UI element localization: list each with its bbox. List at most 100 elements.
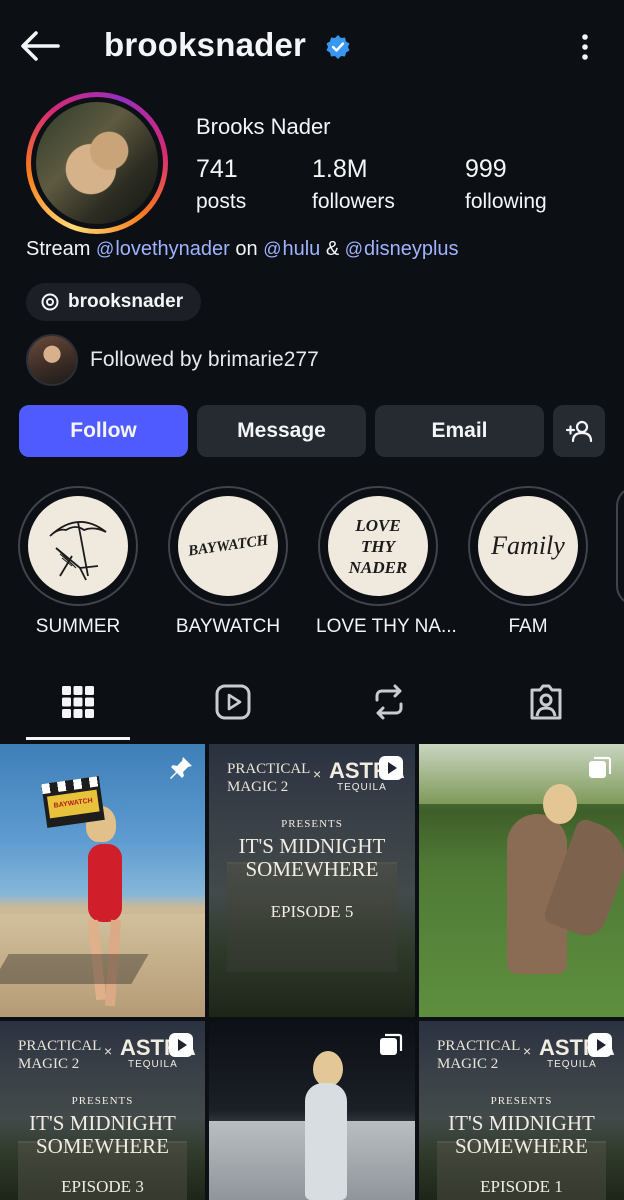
reel-icon xyxy=(379,756,403,780)
story-ring[interactable] xyxy=(26,92,168,234)
person-add-icon xyxy=(565,420,593,443)
highlight-partial[interactable] xyxy=(616,486,624,606)
threads-at-icon: @ xyxy=(96,239,115,259)
promo-title-line1: IT'S MIDNIGHT xyxy=(448,1111,595,1135)
email-button[interactable]: Email xyxy=(375,405,544,457)
profile-handle: brooksnader xyxy=(104,26,307,63)
threads-icon xyxy=(41,293,59,311)
highlight-baywatch[interactable]: BAYWATCH BAYWATCH xyxy=(166,486,290,638)
post-grid: BAYWATCH PRACTICAL MAGIC 2 × ASTRA TEQUI… xyxy=(0,744,624,1200)
shadow xyxy=(0,954,149,984)
reel-icon xyxy=(588,1033,612,1057)
pin-icon xyxy=(170,757,192,779)
clapperboard: BAYWATCH xyxy=(41,776,105,828)
highlight-ring: LOVE THY NADER xyxy=(318,486,438,606)
mention-lovethynader[interactable]: @lovethynader xyxy=(96,238,230,260)
promo-title-line1: IT'S MIDNIGHT xyxy=(29,1111,176,1135)
carousel-icon xyxy=(380,1033,403,1055)
white-dress xyxy=(305,1083,347,1200)
post-tile[interactable] xyxy=(209,1021,415,1200)
promo-brand-left: PRACTICAL MAGIC 2 xyxy=(437,1038,520,1072)
red-swimsuit xyxy=(88,844,122,922)
highlight-label: FAM xyxy=(508,616,548,637)
highlight-cover xyxy=(28,496,128,596)
following-count: 999 xyxy=(465,155,507,183)
stat-posts[interactable]: 741 posts xyxy=(196,155,246,214)
promo-brand-sub: TEQUILA xyxy=(547,1059,597,1070)
bio: Stream @lovethynader on @hulu & @disneyp… xyxy=(26,238,459,261)
highlight-ring: Family xyxy=(468,486,588,606)
grid-icon[interactable] xyxy=(58,682,98,722)
post-tile[interactable] xyxy=(419,744,624,1017)
promo-title-line2: SOMEWHERE xyxy=(455,1134,588,1158)
promo-x: × xyxy=(313,766,322,782)
repost-icon[interactable] xyxy=(369,682,409,722)
threads-link-chip[interactable]: brooksnader xyxy=(26,283,202,321)
posts-label: posts xyxy=(196,190,247,213)
promo-brand-sub: TEQUILA xyxy=(337,782,387,793)
highlight-summer[interactable]: SUMMER xyxy=(16,486,140,638)
promo-brand-left: PRACTICAL MAGIC 2 xyxy=(18,1038,101,1072)
beach-chair-umbrella-icon xyxy=(49,521,107,581)
highlight-cover: LOVE THY NADER xyxy=(328,496,428,596)
top-bar: brooksnader xyxy=(0,0,624,92)
profile-tabs xyxy=(0,668,624,742)
followed-by[interactable]: Followed by brimarie277 xyxy=(26,334,319,386)
threads-at-icon: @ xyxy=(263,239,282,259)
promo-title-line1: IT'S MIDNIGHT xyxy=(238,834,386,858)
highlight-label: LOVE THY NA... xyxy=(316,616,457,637)
mutual-follower-avatar xyxy=(26,334,78,386)
bio-text: on xyxy=(229,238,264,260)
post-tile[interactable]: BAYWATCH xyxy=(0,744,205,1017)
promo-episode: EPISODE 3 xyxy=(61,1177,144,1196)
promo-x: × xyxy=(104,1043,113,1059)
posts-count: 741 xyxy=(196,155,238,183)
post-tile[interactable]: PRACTICAL MAGIC 2 × ASTRA TEQUILA PRESEN… xyxy=(0,1021,205,1200)
highlight-cover: BAYWATCH xyxy=(178,496,278,596)
followed-by-text: Followed by brimarie277 xyxy=(90,348,319,371)
mention-disneyplus[interactable]: @disneyplus xyxy=(345,238,459,260)
promo-x: × xyxy=(523,1043,532,1059)
highlight-love-thy-nader[interactable]: LOVE THY NADER LOVE THY NA... xyxy=(316,486,457,638)
highlight-cover-text: BAYWATCH xyxy=(186,531,269,560)
carousel-icon xyxy=(589,756,612,778)
highlight-fam[interactable]: Family FAM xyxy=(466,486,590,638)
post-tile[interactable]: PRACTICAL MAGIC 2 × ASTRA TEQUILA PRESEN… xyxy=(419,1021,624,1200)
suggest-people-button[interactable] xyxy=(553,405,605,457)
profile-avatar xyxy=(36,102,158,224)
mention-text: disneyplus xyxy=(364,238,459,260)
message-button[interactable]: Message xyxy=(197,405,366,457)
promo-title-line2: SOMEWHERE xyxy=(36,1134,169,1158)
clapper-text: BAYWATCH xyxy=(46,789,100,819)
highlight-cover: Family xyxy=(478,496,578,596)
promo-presents: PRESENTS xyxy=(490,1095,553,1107)
stat-followers[interactable]: 1.8M followers xyxy=(312,155,395,214)
tagged-icon[interactable] xyxy=(526,682,566,722)
reels-icon[interactable] xyxy=(213,682,253,722)
more-options-icon[interactable] xyxy=(570,30,600,64)
promo-title-line2: SOMEWHERE xyxy=(245,857,379,881)
mention-text: hulu xyxy=(282,238,321,260)
highlight-label: SUMMER xyxy=(35,616,121,637)
highlight-ring xyxy=(18,486,138,606)
person-hair xyxy=(543,784,577,824)
reel-icon xyxy=(169,1033,193,1057)
highlight-cover-text: Family xyxy=(491,531,565,560)
highlight-ring: BAYWATCH xyxy=(168,486,288,606)
threads-handle: brooksnader xyxy=(68,291,184,312)
avatar-border xyxy=(31,97,163,229)
following-label: following xyxy=(465,190,547,213)
stat-following[interactable]: 999 following xyxy=(465,155,547,214)
promo-brand-sub: TEQUILA xyxy=(128,1059,178,1070)
active-tab-indicator xyxy=(26,737,130,740)
follow-button[interactable]: Follow xyxy=(19,405,188,457)
promo-presents: PRESENTS xyxy=(281,818,343,830)
followers-count: 1.8M xyxy=(312,155,368,183)
verified-badge-icon xyxy=(326,35,350,59)
display-name: Brooks Nader xyxy=(196,114,331,139)
back-arrow-icon[interactable] xyxy=(18,28,62,64)
followers-label: followers xyxy=(312,190,395,213)
bio-text: Stream xyxy=(26,238,97,260)
mention-hulu[interactable]: @hulu xyxy=(263,238,320,260)
post-tile[interactable]: PRACTICAL MAGIC 2 × ASTRA TEQUILA PRESEN… xyxy=(209,744,415,1017)
